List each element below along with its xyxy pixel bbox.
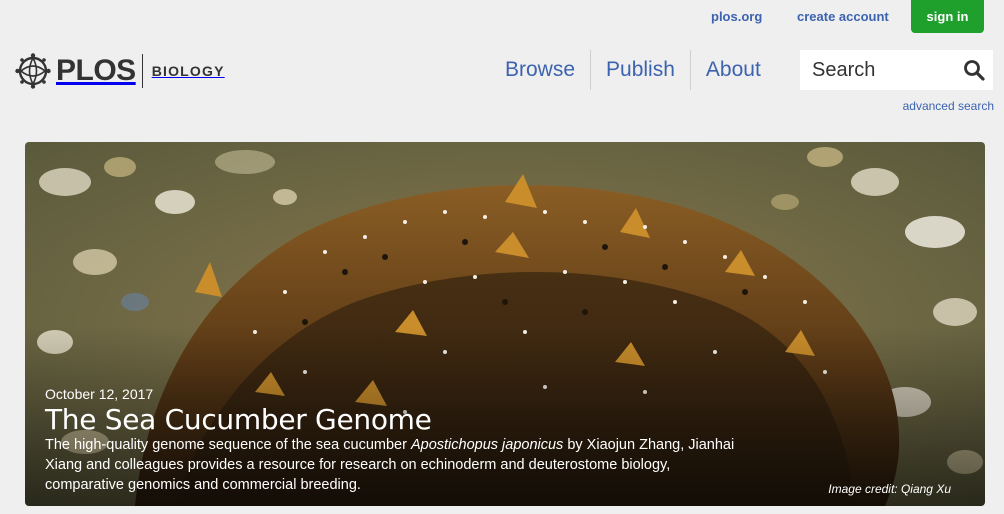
advanced-search-link[interactable]: advanced search <box>903 99 994 113</box>
plos-logo-icon <box>14 52 52 90</box>
main-nav: Browse Publish About <box>490 50 776 90</box>
image-credit: Image credit: Qiang Xu <box>828 482 951 496</box>
hero-description: The high-quality genome sequence of the … <box>45 435 745 495</box>
logo-wordmark: PLOS <box>56 54 136 87</box>
nav-browse[interactable]: Browse <box>490 50 592 90</box>
journal-name: BIOLOGY <box>151 63 225 79</box>
hero-banner[interactable]: October 12, 2017 The Sea Cucumber Genome… <box>25 142 985 506</box>
plos-org-link[interactable]: plos.org <box>711 9 791 24</box>
nav-publish[interactable]: Publish <box>591 50 691 90</box>
search-box <box>800 50 993 90</box>
search-input[interactable] <box>810 58 954 83</box>
nav-about[interactable]: About <box>691 50 776 90</box>
site-logo[interactable]: PLOS BIOLOGY <box>14 50 225 92</box>
logo-divider <box>141 54 143 88</box>
hero-desc-species: Apostichopus japonicus <box>410 437 564 453</box>
search-icon[interactable] <box>963 59 985 81</box>
hero-title[interactable]: The Sea Cucumber Genome <box>45 400 432 440</box>
hero-desc-before: The high-quality genome sequence of the … <box>45 437 411 453</box>
create-account-link[interactable]: create account <box>797 9 907 24</box>
sign-in-button[interactable]: sign in <box>911 0 984 33</box>
